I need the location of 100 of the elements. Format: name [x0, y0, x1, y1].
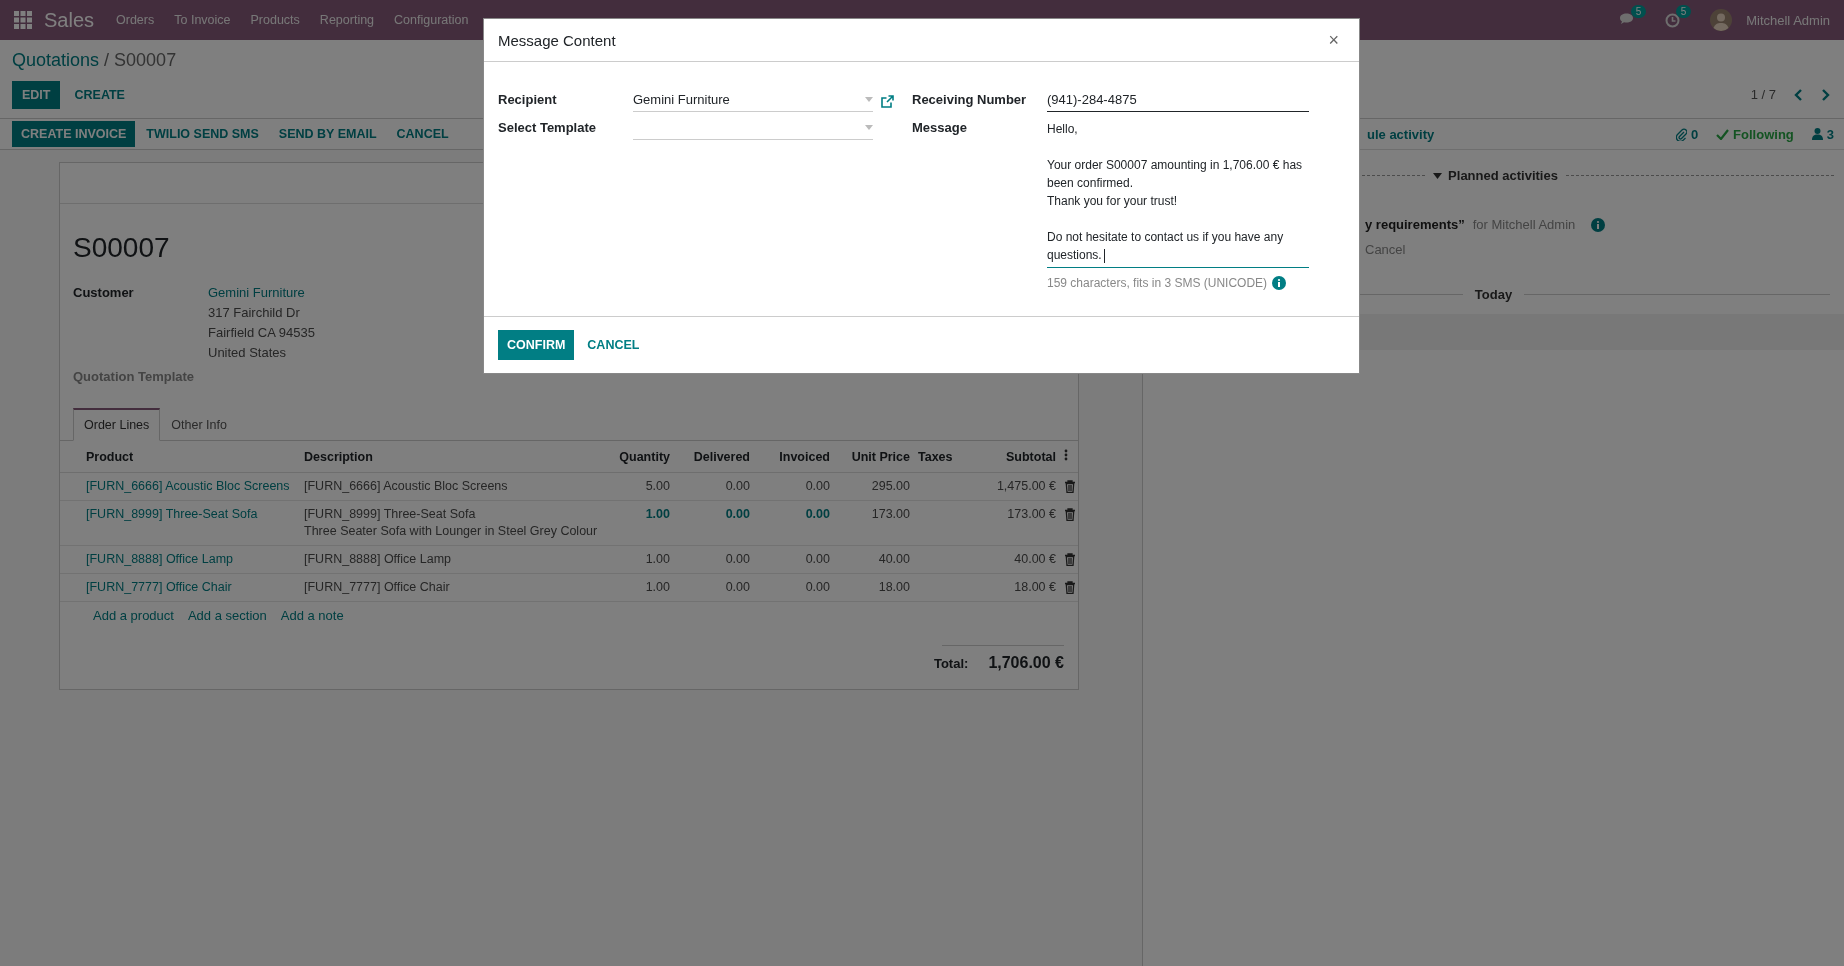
- add-line-link[interactable]: Add a section: [187, 608, 267, 623]
- description-text: [FURN_8999] Three-Seat Sofa: [304, 506, 477, 523]
- dialog-button[interactable]: CANCEL: [578, 330, 649, 360]
- column-header[interactable]: Delivered: [674, 441, 754, 473]
- address-line: United States: [208, 344, 288, 361]
- column-header[interactable]: Subtotal: [964, 441, 1060, 473]
- trash-icon[interactable]: [1064, 480, 1076, 494]
- next-icon[interactable]: [1820, 87, 1832, 102]
- previous-icon[interactable]: [1792, 87, 1804, 102]
- status-action-button[interactable]: SEND BY EMAIL: [269, 121, 386, 147]
- schedule-activity-link[interactable]: ule activity: [1367, 126, 1435, 142]
- unit-price-cell: 173.00: [834, 500, 914, 546]
- column-header[interactable]: Description: [300, 441, 612, 473]
- product-link[interactable]: [FURN_8999] Three-Seat Sofa: [86, 507, 258, 521]
- caret-down-icon: [1433, 172, 1443, 179]
- trash-icon[interactable]: [1064, 553, 1076, 567]
- product-link[interactable]: [FURN_6666] Acoustic Bloc Screens: [86, 479, 290, 493]
- product-link[interactable]: [FURN_8888] Office Lamp: [86, 552, 234, 566]
- external-link-icon[interactable]: [881, 94, 894, 108]
- menu-item[interactable]: Products: [250, 13, 300, 27]
- character-counter: 159 characters, fits in 3 SMS (UNICODE): [1047, 276, 1268, 290]
- product-link[interactable]: [FURN_7777] Office Chair: [86, 580, 232, 594]
- info-icon: [1272, 276, 1287, 290]
- field-label: Message: [912, 119, 968, 137]
- close-button[interactable]: ×: [1322, 28, 1345, 52]
- activity-count-badge: 5: [1675, 4, 1692, 18]
- apps-menu-icon[interactable]: [14, 11, 32, 29]
- column-header[interactable]: Product: [82, 441, 300, 473]
- tab[interactable]: Other Info: [160, 408, 238, 441]
- invoiced-cell: 0.00: [754, 545, 834, 574]
- column-header[interactable]: Taxes: [914, 441, 964, 473]
- description-text: [FURN_6666] Acoustic Bloc Screens: [304, 478, 509, 495]
- status-action-button[interactable]: TWILIO SEND SMS: [137, 121, 268, 147]
- field-label: Receiving Number: [912, 91, 1028, 109]
- attachments-button[interactable]: 0: [1675, 126, 1699, 142]
- description-text: Three Seater Sofa with Lounger in Steel Grey Colour: [304, 523, 599, 540]
- quantity-cell: 1.00: [612, 500, 674, 546]
- quantity-cell: 1.00: [612, 545, 674, 574]
- user-avatar-icon[interactable]: [1710, 9, 1733, 31]
- breadcrumb-link[interactable]: Quotations: [12, 49, 100, 71]
- following-button[interactable]: Following: [1716, 126, 1794, 142]
- field-label: Customer: [73, 284, 135, 301]
- subtotal-cell: 1,475.00 €: [964, 472, 1060, 501]
- unit-price-cell: 40.00: [834, 545, 914, 574]
- person-icon: [1811, 128, 1823, 140]
- clock-icon[interactable]: [1665, 12, 1681, 28]
- description-text: [FURN_8888] Office Lamp: [304, 551, 453, 568]
- menu-item[interactable]: Orders: [116, 13, 155, 27]
- column-header[interactable]: Quantity: [612, 441, 674, 473]
- delivered-cell: 0.00: [674, 472, 754, 501]
- invoiced-cell: 0.00: [754, 500, 834, 546]
- status-action-button[interactable]: CREATE INVOICE: [12, 121, 136, 147]
- message-field[interactable]: Hello, Your order S00007 amounting in 1,706.00 € has been confirmed. Thank you for your trust! Do not hesitate to contact us if you have any questions.: [1047, 118, 1309, 268]
- dialog-title: Message Content: [498, 31, 616, 49]
- recipient-field[interactable]: Gemini Furniture: [633, 90, 873, 112]
- activity-assignee: for Mitchell Admin: [1472, 217, 1576, 232]
- more-options-icon[interactable]: [1064, 449, 1068, 461]
- add-line-link[interactable]: Add a product: [93, 608, 174, 623]
- cancel-activity-link[interactable]: Cancel: [1365, 242, 1844, 257]
- total-label: Total:: [933, 655, 969, 671]
- pager-value: 1 / 7: [1750, 87, 1776, 102]
- menu-item[interactable]: Reporting: [319, 13, 375, 27]
- dropdown-caret-icon: [865, 125, 873, 130]
- address-line: 317 Fairchild Dr: [208, 304, 301, 321]
- quantity-cell: 1.00: [612, 573, 674, 602]
- description-text: [FURN_7777] Office Chair: [304, 579, 451, 596]
- phone-number-field[interactable]: (941)-284-4875: [1047, 90, 1309, 112]
- activity-title: y requirements”: [1365, 217, 1465, 232]
- action-button[interactable]: CREATE: [64, 80, 135, 109]
- menu-item[interactable]: To Invoice: [174, 13, 231, 27]
- delivered-cell: 0.00: [674, 573, 754, 602]
- trash-icon[interactable]: [1064, 508, 1076, 522]
- field-label: Quotation Template: [73, 369, 195, 384]
- check-icon: [1716, 128, 1730, 140]
- invoiced-cell: 0.00: [754, 472, 834, 501]
- add-line-link[interactable]: Add a note: [280, 608, 344, 623]
- menu-item[interactable]: Configuration: [394, 13, 469, 27]
- subtotal-cell: 173.00 €: [964, 500, 1060, 546]
- customer-link[interactable]: Gemini Furniture: [208, 284, 315, 301]
- unit-price-cell: 18.00: [834, 573, 914, 602]
- field-label: Select Template: [498, 119, 598, 137]
- address-line: Fairfield CA 94535: [208, 324, 315, 341]
- followers-button[interactable]: 3: [1811, 126, 1834, 142]
- invoiced-cell: 0.00: [754, 573, 834, 602]
- status-action-button[interactable]: CANCEL: [387, 121, 458, 147]
- planned-activities-toggle[interactable]: Planned activities: [1433, 168, 1558, 183]
- tab[interactable]: Order Lines: [73, 408, 161, 441]
- user-name[interactable]: Mitchell Admin: [1746, 12, 1830, 28]
- chat-icon[interactable]: [1619, 13, 1636, 27]
- app-name: Sales: [44, 8, 95, 32]
- action-button[interactable]: EDIT: [12, 80, 61, 109]
- column-header[interactable]: Invoiced: [754, 441, 834, 473]
- breadcrumb-separator: /: [104, 49, 110, 71]
- trash-icon[interactable]: [1064, 581, 1076, 595]
- dropdown-caret-icon: [865, 97, 873, 102]
- info-icon: [1591, 217, 1606, 232]
- delivered-cell: 0.00: [674, 545, 754, 574]
- dialog-button[interactable]: CONFIRM: [498, 330, 575, 360]
- column-header[interactable]: Unit Price: [834, 441, 914, 473]
- unit-price-cell: 295.00: [834, 472, 914, 501]
